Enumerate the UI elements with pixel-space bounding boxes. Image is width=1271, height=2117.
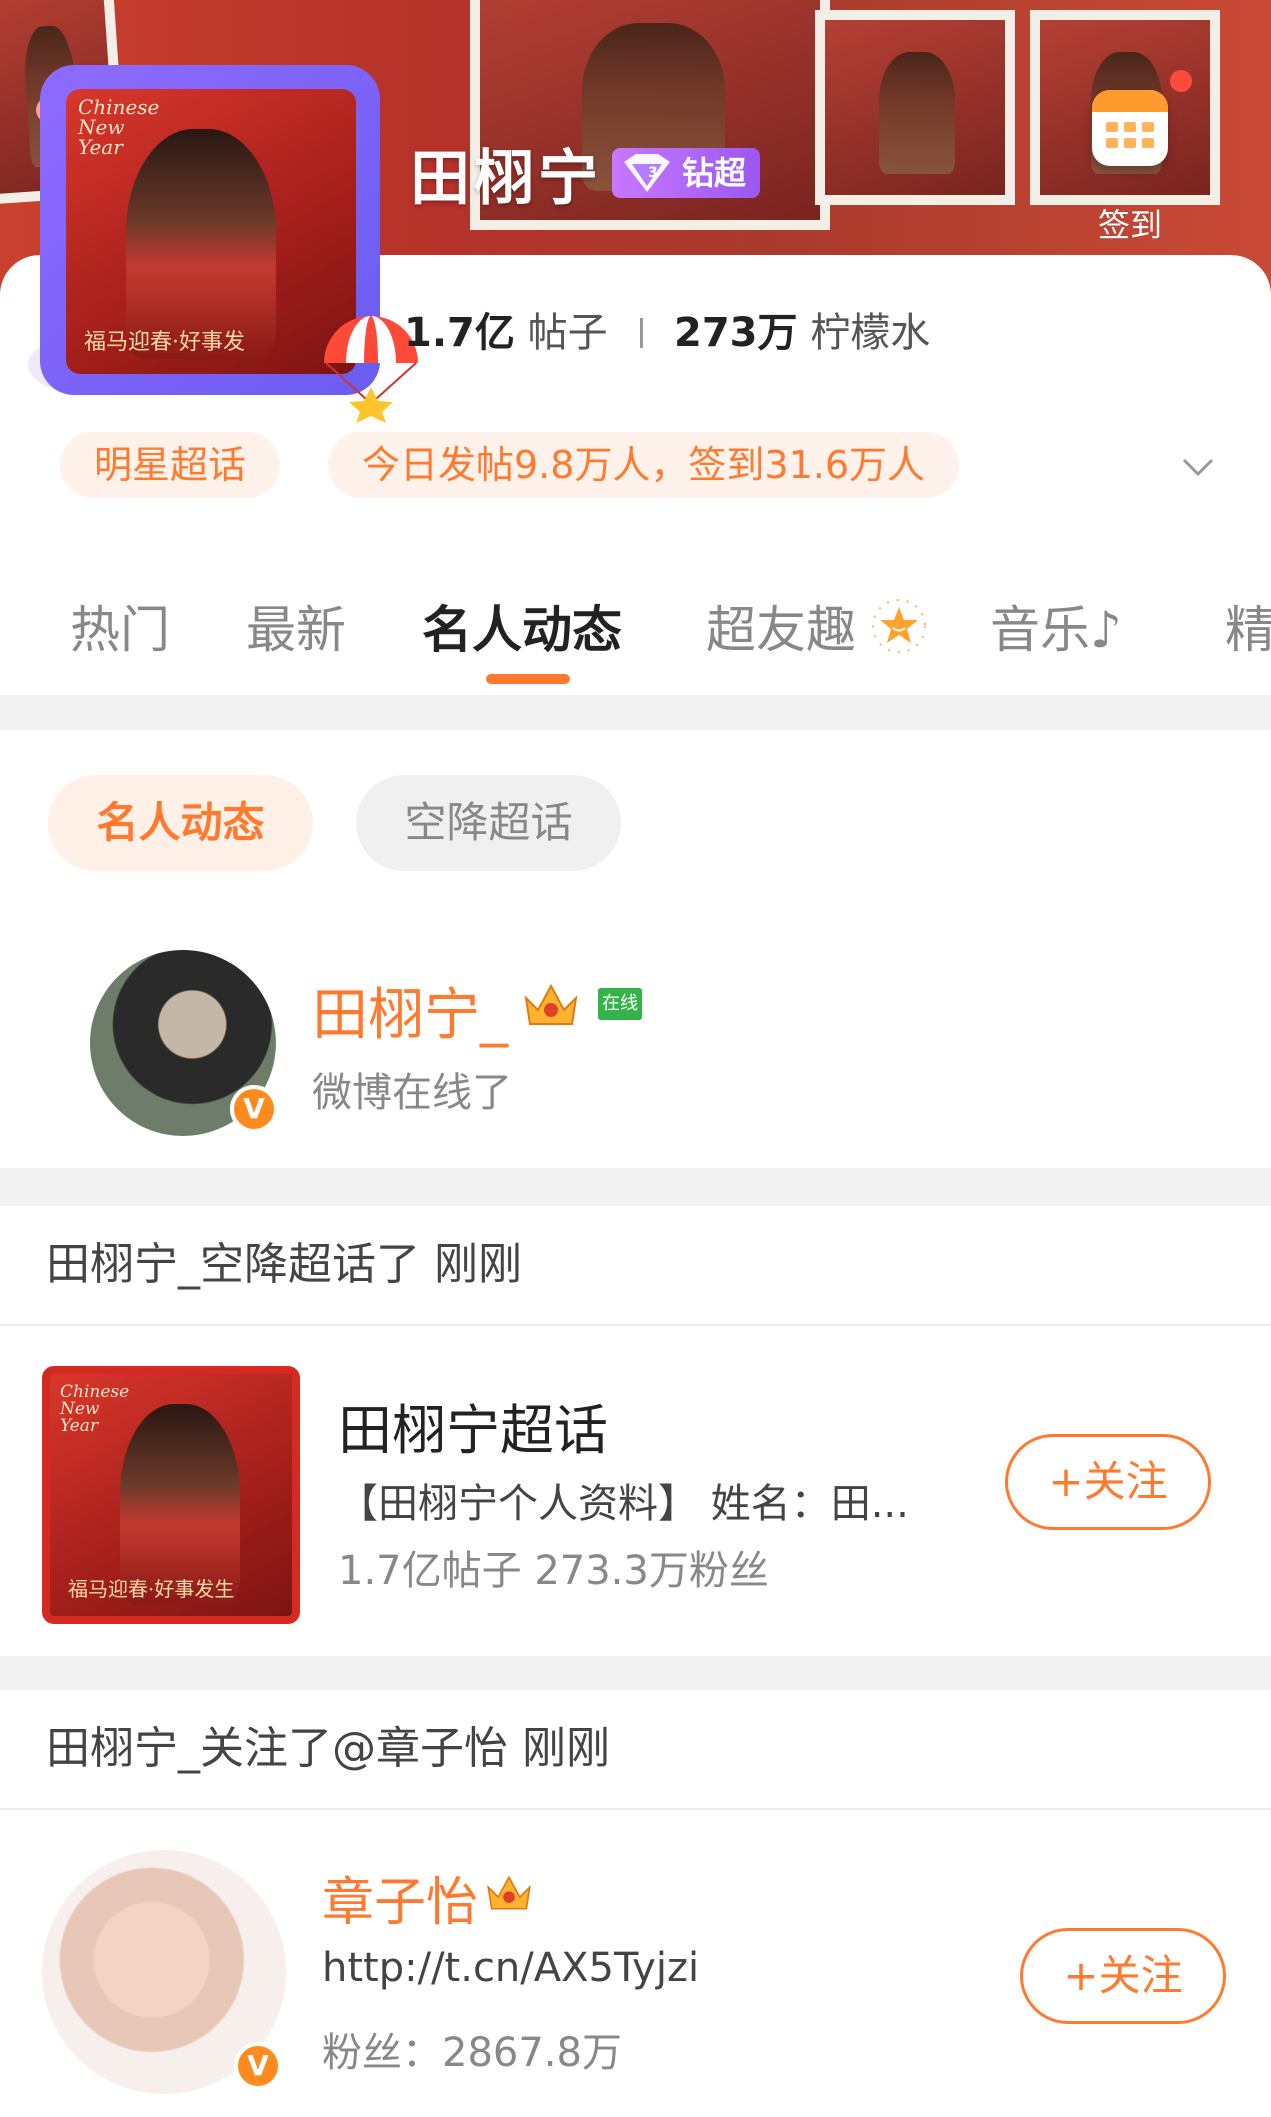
posts-unit: 帖子 xyxy=(527,310,608,356)
posts-count: 1.7亿 xyxy=(404,310,515,356)
tab-super-fun[interactable]: 超友趣 xyxy=(706,590,926,662)
tab-super-fun-label: 超友趣 xyxy=(706,601,856,659)
verified-icon: V xyxy=(230,1085,278,1133)
person-fans: 粉丝：2867.8万 xyxy=(322,2030,622,2076)
avatar-image: Chinese New Year 福马迎春·好事发 xyxy=(66,89,356,374)
svg-text:3: 3 xyxy=(648,165,658,181)
person-url[interactable]: http://t.cn/AX5Tyjzi xyxy=(322,1945,699,1991)
checkin-label: 签到 xyxy=(1097,206,1162,244)
calendar-icon xyxy=(1092,90,1168,166)
active-tab-indicator xyxy=(486,674,570,684)
verified-icon: V xyxy=(234,2042,282,2090)
tab-bar: 热门 最新 名人动态 超友趣 音乐♪ 精 xyxy=(0,560,1271,696)
topic-image-caption: Chinese New Year xyxy=(60,1382,130,1436)
topic-title-text[interactable]: 田栩宁超话 xyxy=(338,1386,608,1465)
crown-icon xyxy=(487,1875,531,1910)
activity-header: 田栩宁_空降超话了 刚刚 xyxy=(0,1206,1271,1324)
diamond-icon: 3 xyxy=(624,154,670,192)
topic-header-card: Chinese New Year 福马迎春·好事发 1.7亿 帖子 273万 柠… xyxy=(0,65,1271,696)
notification-dot xyxy=(1170,70,1192,92)
fans-unit: 柠檬水 xyxy=(810,310,931,356)
person-card[interactable]: V 章子怡 http://t.cn/AX5Tyjzi 粉丝：2867.8万 +关… xyxy=(0,1810,1271,2117)
topic-title: 田栩宁 xyxy=(410,144,602,214)
follow-user-button[interactable]: +关注 xyxy=(1020,1928,1226,2024)
filter-airdrop-topic[interactable]: 空降超话 xyxy=(356,775,621,871)
tab-featured[interactable]: 精 xyxy=(1225,590,1271,662)
activity-summary[interactable]: 今日发帖9.8万人，签到31.6万人 xyxy=(328,432,960,498)
activity-header: 田栩宁_关注了@章子怡 刚刚 xyxy=(0,1690,1271,1808)
vip-badge-label: 钻超 xyxy=(682,154,747,192)
topic-meta: 1.7亿帖子 273.3万粉丝 xyxy=(338,1548,769,1594)
topic-card[interactable]: Chinese New Year 福马迎春·好事发生 田栩宁超话 【田栩宁个人资… xyxy=(0,1326,1271,1656)
fans-count: 273万 xyxy=(674,310,798,356)
celebrity-updates-section: 名人动态 空降超话 V 田栩宁_ 在线 微博在线了 xyxy=(0,730,1271,1168)
topic-stats: 1.7亿 帖子 273万 柠檬水 xyxy=(404,300,944,358)
online-status-text: 微博在线了 xyxy=(312,1070,512,1116)
checkin-button[interactable]: 签到 xyxy=(1070,60,1192,250)
online-user-name[interactable]: 田栩宁_ xyxy=(312,970,508,1051)
crown-icon xyxy=(524,983,578,1025)
chevron-down-icon[interactable] xyxy=(1180,450,1216,486)
topic-image-slogan: 福马迎春·好事发生 xyxy=(68,1577,235,1601)
topic-image: Chinese New Year 福马迎春·好事发生 xyxy=(42,1366,300,1624)
banner-photo-right-1 xyxy=(815,10,1015,205)
category-tag[interactable]: 明星超话 xyxy=(60,432,281,498)
tab-music[interactable]: 音乐♪ xyxy=(990,590,1122,662)
online-badge: 在线 xyxy=(598,988,642,1020)
filter-celebrity-updates[interactable]: 名人动态 xyxy=(48,775,313,871)
person-name[interactable]: 章子怡 xyxy=(322,1860,478,1935)
vip-badge[interactable]: 3 钻超 xyxy=(612,148,761,198)
star-icon xyxy=(871,599,926,653)
tab-latest[interactable]: 最新 xyxy=(246,590,346,662)
topic-description: 【田栩宁个人资料】 姓名：田... xyxy=(338,1481,909,1527)
tab-celebrity-updates[interactable]: 名人动态 xyxy=(422,590,622,662)
follow-topic-button[interactable]: +关注 xyxy=(1005,1434,1211,1530)
avatar-slogan: 福马迎春·好事发 xyxy=(84,330,245,355)
topic-avatar[interactable]: Chinese New Year 福马迎春·好事发 xyxy=(28,55,418,423)
tab-hot[interactable]: 热门 xyxy=(70,590,170,662)
